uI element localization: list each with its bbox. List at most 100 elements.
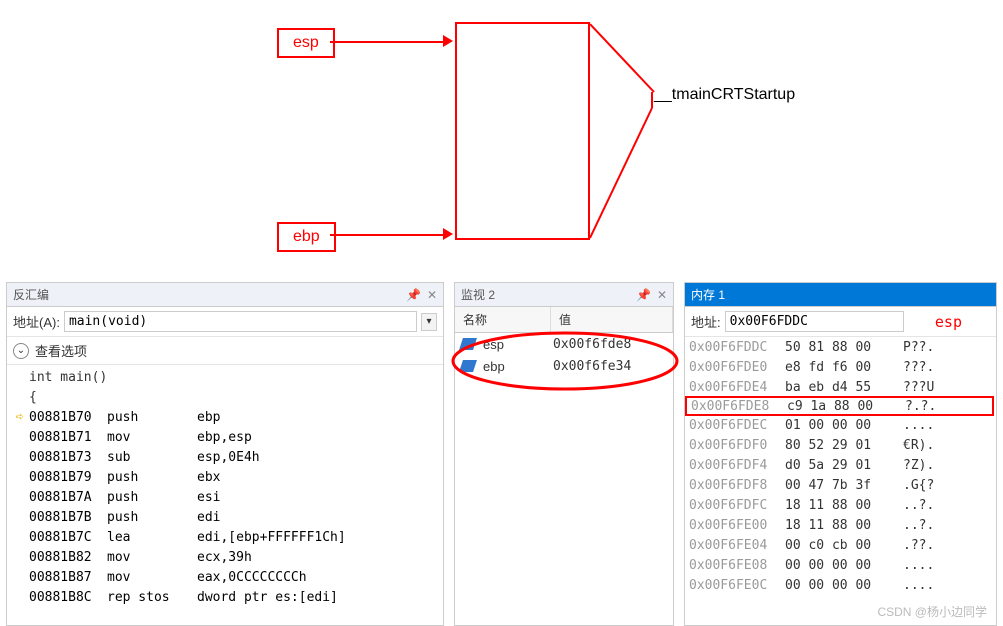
code-line[interactable]: 00881B73subesp,0E4h (11, 447, 443, 467)
mem-ascii: ?.?. (905, 399, 936, 414)
mem-bytes: c9 1a 88 00 (787, 399, 905, 414)
diagram-func-label: __tmainCRTStartup (654, 86, 795, 104)
mem-ascii: .??. (903, 538, 934, 553)
code-line[interactable]: 00881B8Crep stosdword ptr es:[edi] (11, 587, 443, 607)
view-options-label: 查看选项 (35, 341, 87, 360)
dropdown-icon[interactable]: ▾ (421, 313, 437, 331)
memory-address-label: 地址: (691, 312, 721, 331)
mem-addr: 0x00F6FDE0 (689, 360, 785, 375)
code-line[interactable]: 00881B7Bpushedi (11, 507, 443, 527)
mem-ascii: ..?. (903, 518, 934, 533)
close-icon[interactable]: ✕ (427, 288, 437, 302)
memory-row[interactable]: 0x00F6FDF800 47 7b 3f.G{? (685, 475, 996, 495)
memory-row[interactable]: 0x00F6FDE8c9 1a 88 00?.?. (685, 396, 994, 416)
watch-title: 监视 2 (461, 286, 495, 303)
mem-addr: 0x00F6FDDC (689, 340, 785, 355)
mem-bytes: 00 47 7b 3f (785, 478, 903, 493)
mem-addr: 0x00F6FDF0 (689, 438, 785, 453)
mem-ascii: €R). (903, 438, 934, 453)
memory-row[interactable]: 0x00F6FDF080 52 29 01€R). (685, 435, 996, 455)
watch-rows: esp0x00f6fde8ebp0x00f6fe34 (455, 333, 673, 377)
disasm-tab-header[interactable]: 反汇编 📌 ✕ (7, 283, 443, 307)
mem-ascii: ?Z). (903, 458, 934, 473)
memory-row[interactable]: 0x00F6FE0400 c0 cb 00.??. (685, 535, 996, 555)
memory-row[interactable]: 0x00F6FE0C00 00 00 00.... (685, 575, 996, 595)
memory-row[interactable]: 0x00F6FDE0e8 fd f6 00???. (685, 357, 996, 377)
mem-addr: 0x00F6FDF4 (689, 458, 785, 473)
watch-value: 0x00f6fe34 (553, 359, 631, 374)
mem-bytes: 01 00 00 00 (785, 418, 903, 433)
memory-row[interactable]: 0x00F6FDFC18 11 88 00..?. (685, 495, 996, 515)
pin-icon[interactable]: 📌 (406, 288, 421, 302)
mem-bytes: 00 00 00 00 (785, 578, 903, 593)
code-line[interactable]: ➪00881B70pushebp (11, 407, 443, 427)
mem-bytes: 80 52 29 01 (785, 438, 903, 453)
watermark: CSDN @杨小边同学 (877, 603, 987, 620)
diagram-stack-rect (455, 22, 590, 240)
memory-tab-header[interactable]: 内存 1 (685, 283, 996, 307)
disasm-address-row: 地址(A): ▾ (7, 307, 443, 337)
memory-row[interactable]: 0x00F6FDDC50 81 88 00P??. (685, 337, 996, 357)
chevron-down-icon[interactable]: ⌄ (13, 343, 29, 359)
mem-addr: 0x00F6FE0C (689, 578, 785, 593)
watch-col-value[interactable]: 值 (551, 307, 673, 332)
code-line[interactable]: int main() (11, 367, 443, 387)
stack-diagram: esp ebp __tmainCRTStartup (0, 0, 1003, 280)
variable-icon (459, 338, 477, 350)
mem-ascii: .... (903, 418, 934, 433)
code-line[interactable]: 00881B7Cleaedi,[ebp+FFFFFF1Ch] (11, 527, 443, 547)
code-line[interactable]: { (11, 387, 443, 407)
mem-addr: 0x00F6FE00 (689, 518, 785, 533)
memory-rows[interactable]: 0x00F6FDDC50 81 88 00P??.0x00F6FDE0e8 fd… (685, 337, 996, 595)
memory-panel: 内存 1 地址: esp 0x00F6FDDC50 81 88 00P??.0x… (684, 282, 997, 626)
debug-panels: 反汇编 📌 ✕ 地址(A): ▾ ⌄ 查看选项 int main(){➪0088… (6, 282, 997, 626)
disasm-code-area[interactable]: int main(){➪00881B70pushebp00881B71moveb… (7, 365, 443, 609)
mem-bytes: 50 81 88 00 (785, 340, 903, 355)
code-line[interactable]: 00881B7Apushesi (11, 487, 443, 507)
mem-ascii: ???. (903, 360, 934, 375)
memory-row[interactable]: 0x00F6FDF4d0 5a 29 01?Z). (685, 455, 996, 475)
code-line[interactable]: 00881B82movecx,39h (11, 547, 443, 567)
diagram-ebp-label: ebp (293, 228, 320, 246)
memory-row[interactable]: 0x00F6FE0018 11 88 00..?. (685, 515, 996, 535)
memory-row[interactable]: 0x00F6FE0800 00 00 00.... (685, 555, 996, 575)
mem-ascii: .... (903, 578, 934, 593)
diagram-ebp-box: ebp (277, 222, 336, 252)
variable-icon (459, 360, 477, 372)
memory-row[interactable]: 0x00F6FDE4ba eb d4 55???U (685, 377, 996, 397)
disasm-address-input[interactable] (64, 311, 417, 332)
mem-bytes: 18 11 88 00 (785, 518, 903, 533)
disasm-address-label: 地址(A): (13, 312, 60, 331)
mem-ascii: ???U (903, 380, 934, 395)
mem-ascii: .G{? (903, 478, 934, 493)
watch-col-name[interactable]: 名称 (455, 307, 551, 332)
mem-bytes: 00 00 00 00 (785, 558, 903, 573)
diagram-esp-label: esp (293, 34, 319, 52)
watch-name: esp (483, 337, 553, 352)
mem-ascii: .... (903, 558, 934, 573)
mem-bytes: 18 11 88 00 (785, 498, 903, 513)
code-line[interactable]: 00881B87moveax,0CCCCCCCCh (11, 567, 443, 587)
mem-bytes: 00 c0 cb 00 (785, 538, 903, 553)
watch-name: ebp (483, 359, 553, 374)
close-icon[interactable]: ✕ (657, 288, 667, 302)
watch-row[interactable]: esp0x00f6fde8 (455, 333, 673, 355)
watch-value: 0x00f6fde8 (553, 337, 631, 352)
code-line[interactable]: 00881B71movebp,esp (11, 427, 443, 447)
diagram-esp-box: esp (277, 28, 335, 58)
memory-row[interactable]: 0x00F6FDEC01 00 00 00.... (685, 415, 996, 435)
mem-bytes: ba eb d4 55 (785, 380, 903, 395)
watch-row[interactable]: ebp0x00f6fe34 (455, 355, 673, 377)
memory-address-input[interactable] (725, 311, 904, 332)
mem-addr: 0x00F6FDFC (689, 498, 785, 513)
code-line[interactable]: 00881B79pushebx (11, 467, 443, 487)
watch-column-header: 名称 值 (455, 307, 673, 333)
mem-ascii: ..?. (903, 498, 934, 513)
mem-addr: 0x00F6FDE8 (691, 399, 787, 414)
pin-icon[interactable]: 📌 (636, 288, 651, 302)
memory-address-row: 地址: esp (685, 307, 996, 337)
watch-tab-header[interactable]: 监视 2 📌 ✕ (455, 283, 673, 307)
mem-addr: 0x00F6FDE4 (689, 380, 785, 395)
disassembly-panel: 反汇编 📌 ✕ 地址(A): ▾ ⌄ 查看选项 int main(){➪0088… (6, 282, 444, 626)
view-options-row[interactable]: ⌄ 查看选项 (7, 337, 443, 365)
